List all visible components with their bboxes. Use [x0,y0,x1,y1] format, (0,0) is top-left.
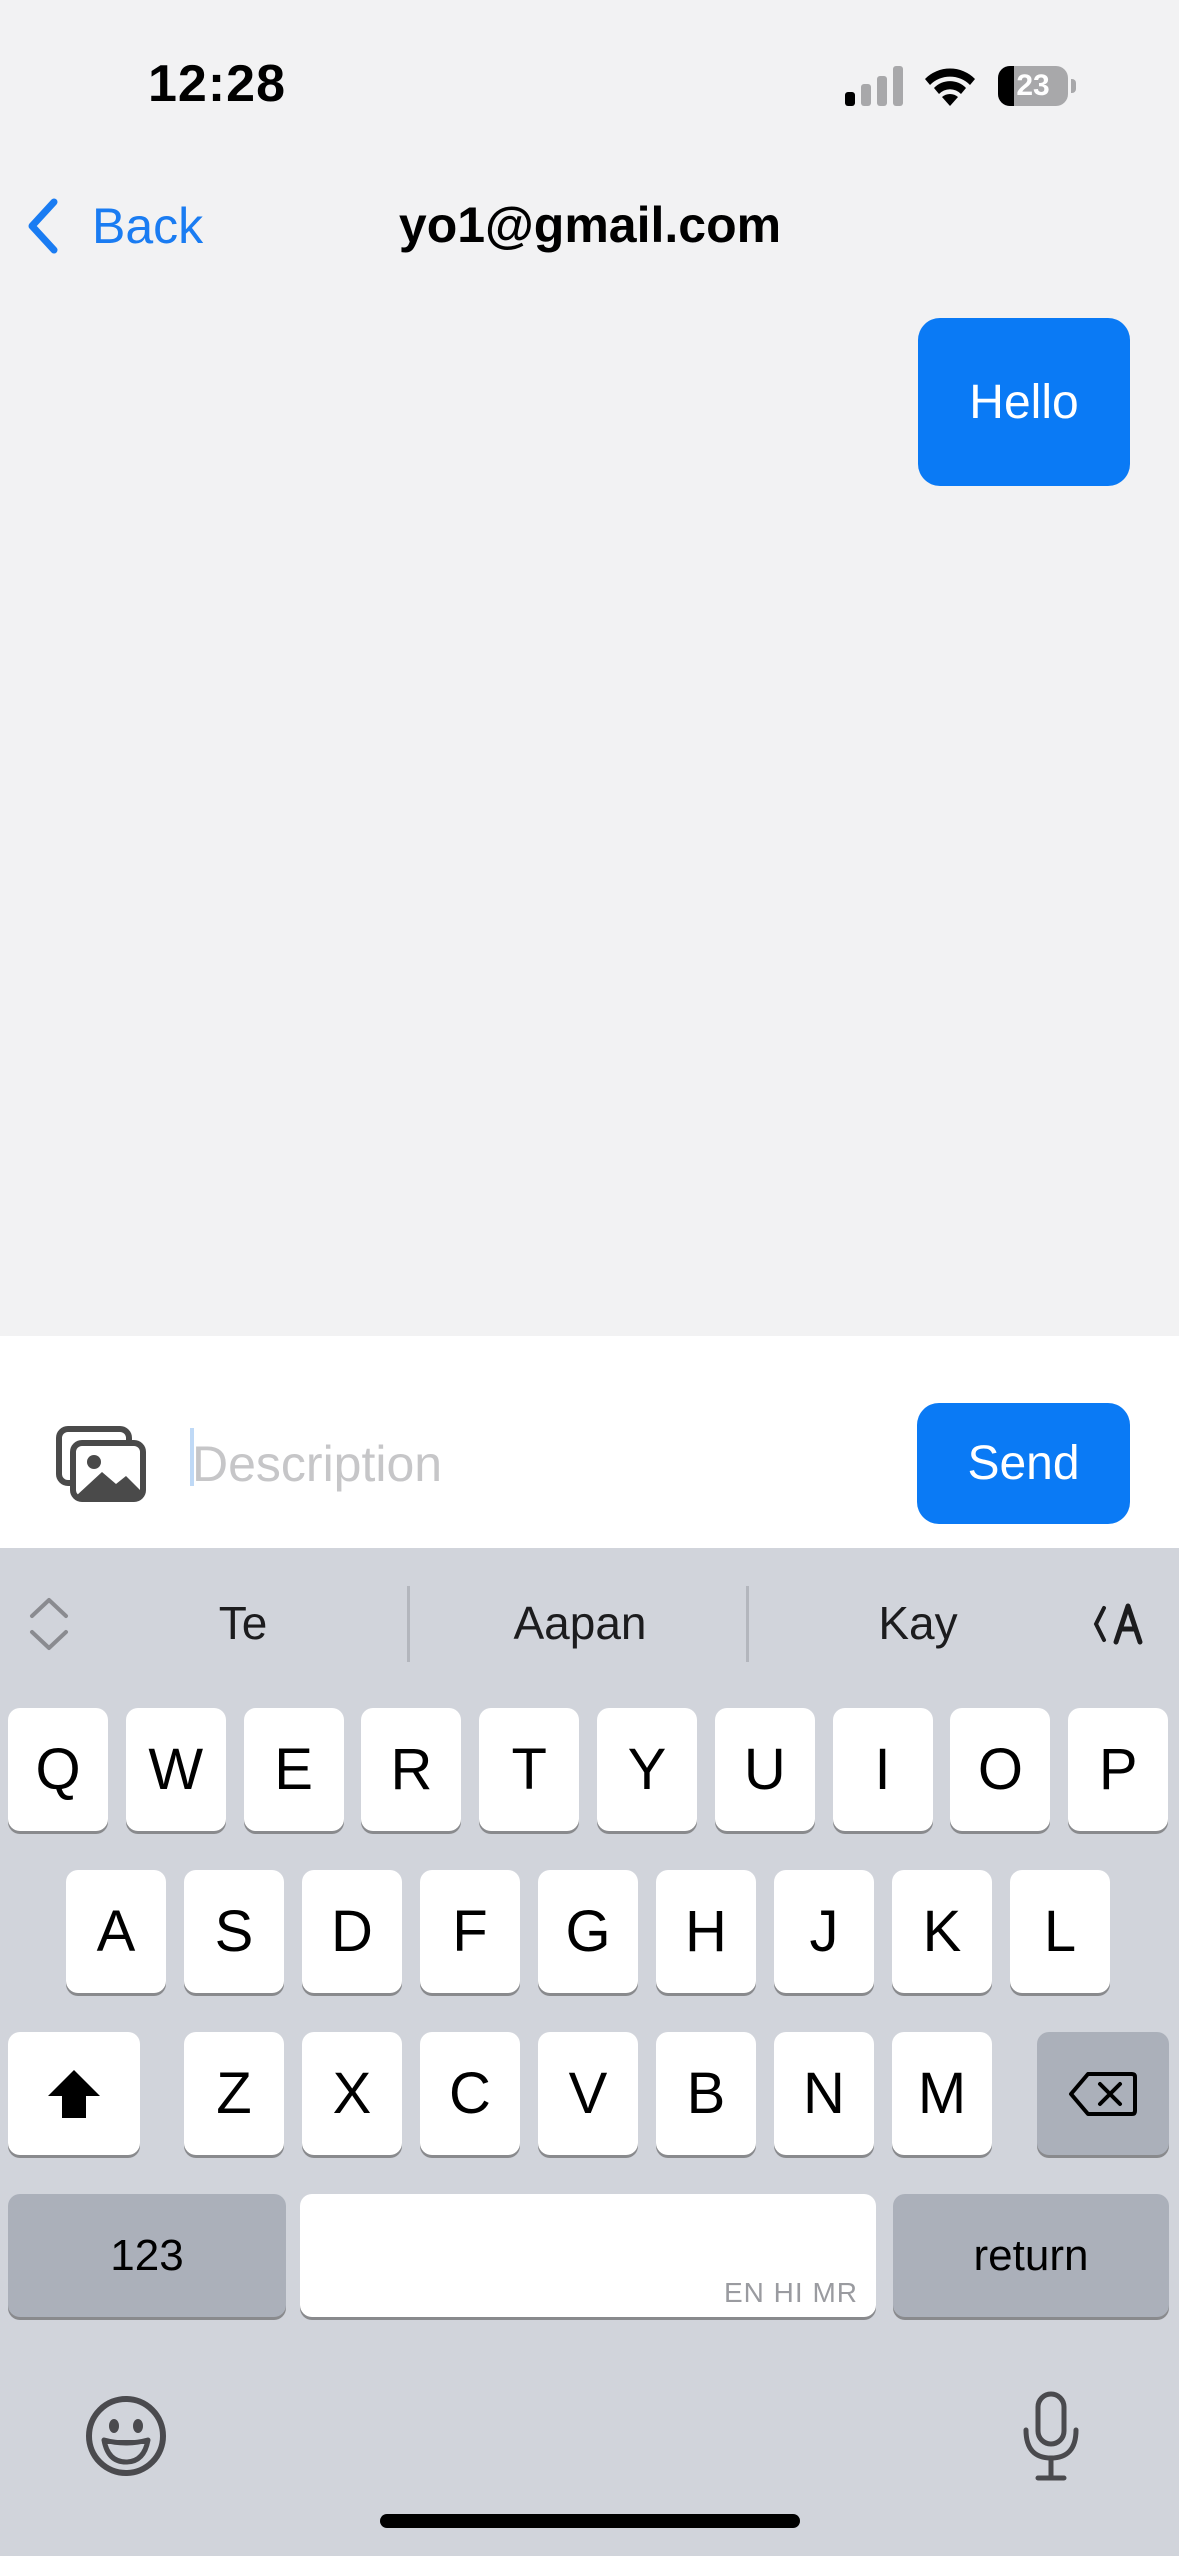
key-label: J [809,1899,839,1964]
nav-title: yo1@gmail.com [398,197,782,253]
key-label: P [1098,1737,1138,1802]
key-label: R [390,1737,433,1802]
description-input[interactable] [186,1420,898,1508]
key-label: N [803,2061,845,2126]
key-label: M [917,2061,967,2126]
key-q[interactable]: Q [8,1708,108,1831]
key-i[interactable]: I [832,1708,933,1831]
emoji-icon[interactable] [84,2394,168,2478]
mic-icon[interactable] [1018,2390,1084,2482]
key-k[interactable]: K [892,1870,992,1993]
key-label: E [274,1737,313,1802]
key-label: G [565,1899,611,1964]
key-w[interactable]: W [125,1708,226,1831]
key-label: H [685,1899,727,1964]
key-r[interactable]: R [361,1708,462,1831]
return-key-label: return [973,2230,1089,2280]
numbers-key[interactable]: 123 [8,2194,286,2317]
key-label: V [568,2061,608,2126]
key-y[interactable]: Y [597,1708,697,1831]
key-label: U [743,1737,786,1802]
key-t[interactable]: T [479,1708,580,1831]
key-a[interactable]: A [66,1870,166,1993]
back-label: Back [92,198,204,254]
key-g[interactable]: G [538,1870,638,1993]
chevron-updown-icon[interactable] [26,1592,72,1656]
key-label: Q [35,1737,81,1802]
key-b[interactable]: B [656,2032,756,2155]
key-f[interactable]: F [420,1870,520,1993]
back-button[interactable]: Back [24,192,203,260]
key-d[interactable]: D [302,1870,402,1993]
key-label: X [332,2061,372,2126]
status-time: 12:28 [148,55,286,113]
home-indicator [380,2514,800,2528]
key-label: B [686,2061,726,2126]
key-o[interactable]: O [950,1708,1051,1831]
key-label: Z [216,2061,252,2126]
suggestion-divider [746,1586,749,1662]
key-s[interactable]: S [184,1870,284,1993]
key-label: I [874,1737,891,1802]
suggestion-item[interactable]: Kay [780,1590,1056,1656]
key-u[interactable]: U [714,1708,815,1831]
key-label: Y [627,1737,667,1802]
battery-percent: 23 [1016,69,1050,102]
space-key[interactable]: EN HI MR [300,2194,876,2317]
key-label: W [148,1737,204,1802]
key-label: S [214,1899,254,1964]
key-label: A [96,1899,136,1964]
suggestion-divider [407,1586,410,1662]
return-key[interactable]: return [893,2194,1169,2317]
translate-icon[interactable] [1090,1596,1156,1652]
shift-key[interactable] [8,2032,140,2155]
delete-key[interactable] [1037,2032,1169,2155]
key-label: F [452,1899,488,1964]
battery-icon: 23 [998,66,1076,106]
cellular-signal-icon [845,66,903,106]
key-v[interactable]: V [538,2032,638,2155]
key-c[interactable]: C [420,2032,520,2155]
photo-gallery-icon[interactable] [56,1426,146,1502]
key-x[interactable]: X [302,2032,402,2155]
key-l[interactable]: L [1010,1870,1110,1993]
suggestion-item[interactable]: Aapan [440,1590,720,1656]
suggestion-item[interactable]: Te [110,1590,376,1656]
chevron-left-icon [28,198,58,254]
key-j[interactable]: J [774,1870,874,1993]
wifi-icon [925,68,975,106]
numbers-key-label: 123 [110,2230,184,2280]
key-h[interactable]: H [656,1870,756,1993]
key-p[interactable]: P [1068,1708,1169,1831]
key-label: D [331,1899,373,1964]
delete-icon [1069,2071,1137,2116]
key-label: T [511,1737,547,1802]
key-n[interactable]: N [774,2032,874,2155]
space-key-languages: EN HI MR [724,2277,858,2308]
key-label: L [1043,1899,1077,1964]
key-e[interactable]: E [243,1708,344,1831]
send-button[interactable]: Send [917,1403,1130,1524]
key-z[interactable]: Z [184,2032,284,2155]
message-bubble-outgoing: Hello [918,318,1130,486]
text-caret [190,1428,194,1486]
key-label: K [922,1899,962,1964]
key-m[interactable]: M [892,2032,992,2155]
key-label: C [449,2061,491,2126]
shift-icon [48,2069,100,2118]
key-label: O [977,1737,1023,1802]
